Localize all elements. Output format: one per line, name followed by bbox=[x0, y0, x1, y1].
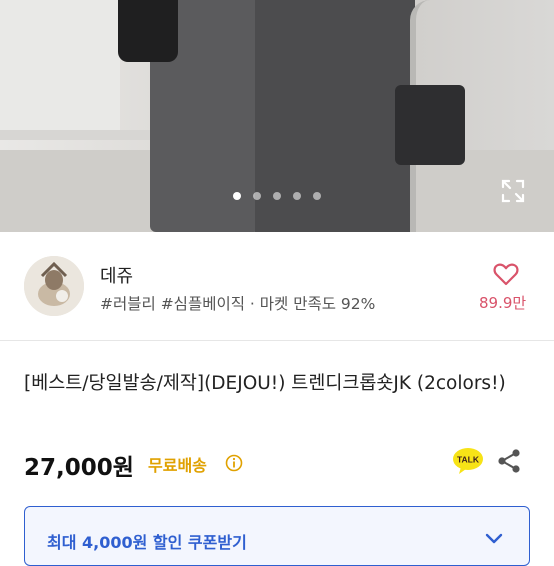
product-image-gallery[interactable] bbox=[0, 0, 554, 232]
product-photo-bag bbox=[118, 0, 178, 62]
like-count: 89.9만 bbox=[479, 294, 527, 312]
product-price: 27,000원 bbox=[24, 455, 134, 481]
gallery-dot[interactable] bbox=[253, 192, 261, 200]
shipping-badge: 무료배송 bbox=[148, 456, 207, 475]
gallery-dot[interactable] bbox=[293, 192, 301, 200]
gallery-dot[interactable] bbox=[233, 192, 241, 200]
share-icon[interactable] bbox=[496, 448, 522, 474]
product-photo-chair-seat bbox=[395, 85, 465, 165]
talk-label: TALK bbox=[457, 455, 480, 465]
section-divider bbox=[0, 340, 554, 341]
background-shelf bbox=[0, 130, 160, 140]
chevron-down-icon bbox=[485, 533, 503, 544]
expand-icon[interactable] bbox=[500, 178, 526, 204]
background-wall bbox=[0, 0, 120, 140]
product-title: [베스트/당일발송/제작](DEJOU!) 트렌디크롭숏JK (2colors!… bbox=[24, 373, 506, 394]
seller-name[interactable]: 데쥬 bbox=[100, 262, 133, 288]
coupon-button[interactable]: 최대 4,000원 할인 쿠폰받기 bbox=[24, 506, 530, 566]
gallery-pagination bbox=[0, 192, 554, 200]
info-icon[interactable] bbox=[225, 454, 243, 472]
avatar[interactable] bbox=[24, 256, 84, 316]
seller-tags: #러블리 #심플베이직 · 마켓 만족도 92% bbox=[100, 295, 376, 313]
coupon-label: 최대 4,000원 할인 쿠폰받기 bbox=[47, 533, 247, 552]
kakaotalk-icon[interactable]: TALK bbox=[452, 447, 484, 475]
gallery-dot[interactable] bbox=[313, 192, 321, 200]
heart-icon[interactable] bbox=[492, 260, 520, 288]
avatar-image bbox=[24, 256, 84, 316]
gallery-dot[interactable] bbox=[273, 192, 281, 200]
